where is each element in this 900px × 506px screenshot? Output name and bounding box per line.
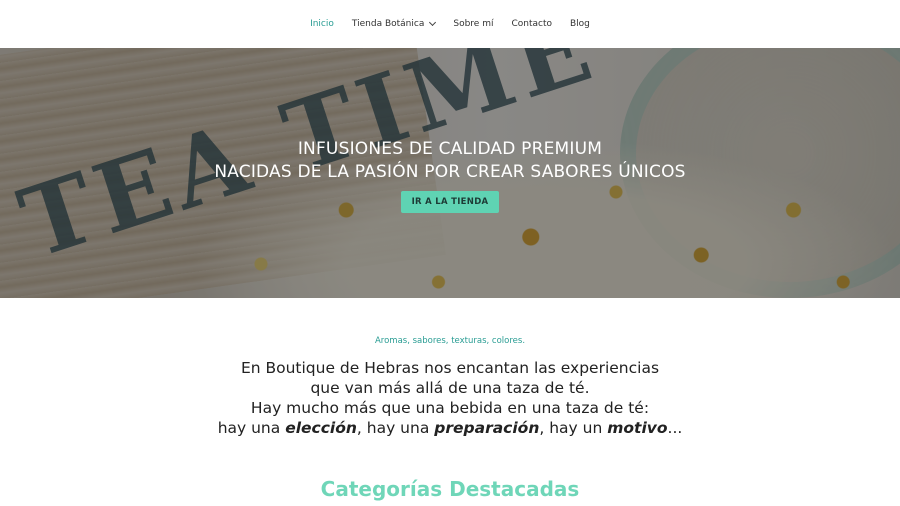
intro-emphasis-preparacion: preparación xyxy=(434,419,540,437)
nav-item-sobre-mi[interactable]: Sobre mí xyxy=(453,19,493,29)
featured-categories-title: Categorías Destacadas xyxy=(320,477,580,501)
hero-headline-line2: NACIDAS DE LA PASIÓN POR CREAR SABORES Ú… xyxy=(214,161,686,182)
intro-line-4-c: , hay una xyxy=(356,419,435,437)
go-to-shop-button[interactable]: IR A LA TIENDA xyxy=(400,190,500,213)
nav-item-tienda-botanica-label: Tienda Botánica xyxy=(351,19,425,29)
nav-item-inicio[interactable]: Inicio xyxy=(310,19,334,29)
intro-line-4-e: , hay un xyxy=(539,419,608,437)
intro-emphasis-eleccion: elección xyxy=(285,419,357,437)
nav-item-tienda-botanica[interactable]: Tienda Botánica xyxy=(351,18,437,29)
intro-line-2: que van más allá de una taza de té. xyxy=(310,379,590,397)
nav-item-blog[interactable]: Blog xyxy=(570,19,590,29)
intro-line-3: Hay mucho más que una bebida en una taza… xyxy=(250,399,650,417)
intro-tagline: Aromas, sabores, texturas, colores. xyxy=(374,336,526,346)
intro-line-4-a: hay una xyxy=(217,419,286,437)
chevron-down-icon xyxy=(429,18,437,27)
hero-headline: INFUSIONES DE CALIDAD PREMIUM NACIDAS DE… xyxy=(214,138,685,184)
main-navigation: Inicio Tienda Botánica Sobre mí Contacto… xyxy=(0,0,900,48)
hero-headline-line1: INFUSIONES DE CALIDAD PREMIUM xyxy=(297,138,603,159)
intro-line-4-g: ... xyxy=(667,419,683,437)
hero-content: INFUSIONES DE CALIDAD PREMIUM NACIDAS DE… xyxy=(0,48,900,298)
intro-paragraph: En Boutique de Hebras nos encantan las e… xyxy=(0,358,900,438)
intro-emphasis-motivo: motivo xyxy=(607,419,668,437)
intro-section: Aromas, sabores, texturas, colores. En B… xyxy=(0,298,900,501)
hero-banner: TEA TIME INFUSIONES DE CALIDAD PREMIUM N… xyxy=(0,48,900,298)
intro-line-1: En Boutique de Hebras nos encantan las e… xyxy=(240,359,660,377)
nav-item-contacto[interactable]: Contacto xyxy=(511,19,552,29)
